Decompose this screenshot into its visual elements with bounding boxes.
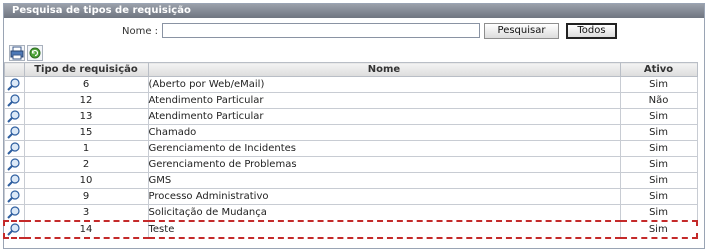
view-details-icon[interactable] <box>6 109 22 124</box>
show-all-button[interactable]: Todos <box>566 23 617 39</box>
name-search-input[interactable] <box>162 23 480 38</box>
table-row[interactable]: 9 Processo Administrativo Sim <box>3 188 698 205</box>
column-header-active[interactable]: Ativo <box>619 62 698 77</box>
cell-name: Atendimento Particular <box>147 108 621 125</box>
table-header-row: Tipo de requisição Nome Ativo <box>3 62 698 77</box>
view-details-icon[interactable] <box>6 222 22 237</box>
column-header-action <box>3 62 25 77</box>
view-details-icon[interactable] <box>6 93 22 108</box>
search-row: Nome : Pesquisar Todos <box>4 18 704 44</box>
cell-active: Não <box>619 92 698 109</box>
refresh-icon[interactable] <box>27 45 43 61</box>
cell-active: Sim <box>619 76 698 93</box>
cell-type-code: 12 <box>23 92 149 109</box>
view-details-icon[interactable] <box>6 173 22 188</box>
cell-active: Sim <box>619 204 698 222</box>
table-row[interactable]: 6 (Aberto por Web/eMail) Sim <box>3 76 698 93</box>
table-row[interactable]: 10 GMS Sim <box>3 172 698 189</box>
cell-name: (Aberto por Web/eMail) <box>147 76 621 93</box>
print-icon[interactable] <box>9 45 25 61</box>
request-types-table: Tipo de requisição Nome Ativo 6 (Aberto … <box>3 62 698 239</box>
cell-active: Sim <box>619 220 698 239</box>
table-row[interactable]: 1 Gerenciamento de Incidentes Sim <box>3 140 698 157</box>
column-header-name[interactable]: Nome <box>147 62 621 77</box>
cell-name: Chamado <box>147 124 621 141</box>
view-details-icon[interactable] <box>6 141 22 156</box>
view-details-icon[interactable] <box>6 189 22 204</box>
cell-active: Sim <box>619 140 698 157</box>
cell-active: Sim <box>619 172 698 189</box>
cell-name: Teste <box>147 220 621 239</box>
view-details-icon[interactable] <box>6 205 22 220</box>
toolbar <box>9 44 704 62</box>
cell-active: Sim <box>619 108 698 125</box>
cell-active: Sim <box>619 156 698 173</box>
view-details-icon[interactable] <box>6 157 22 172</box>
cell-type-code: 6 <box>23 76 149 93</box>
table-row[interactable]: 13 Atendimento Particular Sim <box>3 108 698 125</box>
table-body: 6 (Aberto por Web/eMail) Sim 12 Atendime… <box>3 76 698 239</box>
cell-type-code: 9 <box>23 188 149 205</box>
search-button[interactable]: Pesquisar <box>484 23 559 39</box>
cell-name: Atendimento Particular <box>147 92 621 109</box>
cell-type-code: 15 <box>23 124 149 141</box>
cell-name: Processo Administrativo <box>147 188 621 205</box>
view-details-icon[interactable] <box>6 77 22 92</box>
cell-type-code: 2 <box>23 156 149 173</box>
column-header-type[interactable]: Tipo de requisição <box>23 62 149 77</box>
cell-name: Gerenciamento de Incidentes <box>147 140 621 157</box>
table-row[interactable]: 2 Gerenciamento de Problemas Sim <box>3 156 698 173</box>
cell-active: Sim <box>619 188 698 205</box>
cell-type-code: 1 <box>23 140 149 157</box>
view-details-icon[interactable] <box>6 125 22 140</box>
table-row[interactable]: 15 Chamado Sim <box>3 124 698 141</box>
table-row-highlighted[interactable]: 14 Teste Sim <box>3 220 698 239</box>
table-row[interactable]: 3 Solicitação de Mudança Sim <box>3 204 698 222</box>
cell-name: Solicitação de Mudança <box>147 204 621 222</box>
cell-name: GMS <box>147 172 621 189</box>
cell-type-code: 14 <box>23 220 149 239</box>
table-row[interactable]: 12 Atendimento Particular Não <box>3 92 698 109</box>
name-label: Nome : <box>122 26 159 37</box>
cell-type-code: 10 <box>23 172 149 189</box>
cell-active: Sim <box>619 124 698 141</box>
panel-title: Pesquisa de tipos de requisição <box>4 4 704 18</box>
cell-type-code: 13 <box>23 108 149 125</box>
cell-type-code: 3 <box>23 204 149 222</box>
cell-name: Gerenciamento de Problemas <box>147 156 621 173</box>
